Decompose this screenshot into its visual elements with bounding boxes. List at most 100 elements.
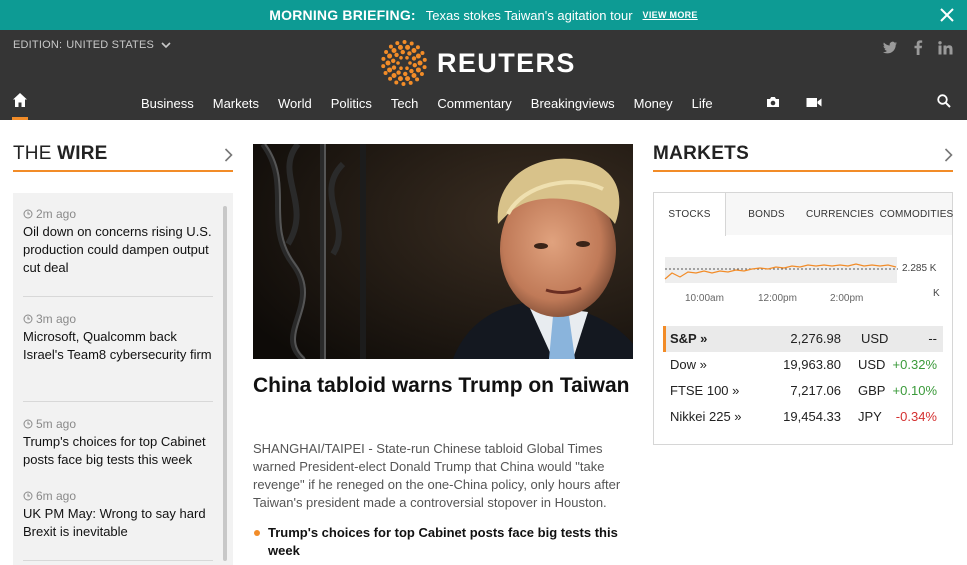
wire-headline[interactable]: Trump's choices for top Cabinet posts fa… [23,433,213,469]
logo-dot [411,56,417,61]
clock-icon [23,314,33,324]
quote-value: 2,276.98 [790,331,841,346]
logo-dot [391,47,397,53]
chart-time-label: 10:00am [685,293,724,304]
site-header: EDITION: UNITED STATES REUTERS Business … [0,30,967,120]
nav-item-breakingviews[interactable]: Breakingviews [531,96,615,111]
briefing-headline[interactable]: Texas stokes Taiwan's agitation tour [426,8,633,23]
wire-timestamp: 5m ago [23,417,213,431]
chevron-right-icon[interactable] [224,148,233,162]
quote-name[interactable]: Nikkei 225 » [670,409,742,424]
hero-photo [253,144,633,359]
nav-item-business[interactable]: Business [141,96,194,111]
wire-headline[interactable]: Microsoft, Qualcomm back Israel's Team8 … [23,328,213,364]
social-links [882,40,953,55]
list-item[interactable]: 5m ago Trump's choices for top Cabinet p… [23,417,213,469]
logo-dot [415,45,420,50]
logo-dot [417,60,423,66]
logo-dot [397,44,403,50]
clock-icon [23,491,33,501]
camera-icon[interactable] [766,96,780,108]
chart-value-label: 2.285 K [902,263,937,274]
search-icon[interactable] [937,94,951,108]
quote-value: 19,963.80 [783,357,841,372]
quote-name[interactable]: FTSE 100 » [670,383,739,398]
close-icon[interactable] [940,8,954,22]
quote-value: 7,217.06 [790,383,841,398]
quote-currency: USD [858,357,886,372]
logo-dot [408,61,412,65]
wire-headline[interactable]: Oil down on concerns rising U.S. product… [23,223,213,277]
nav-item-world[interactable]: World [278,96,312,111]
bullet-icon [254,530,260,536]
tab-bonds[interactable]: BONDS [734,193,799,235]
wire-title-thin: THE [13,143,52,164]
chart-unit-label: K [933,288,940,299]
wire-timestamp: 6m ago [23,489,213,503]
chevron-right-icon[interactable] [944,148,953,162]
logo-dot [415,53,421,59]
tab-commodities[interactable]: COMMODITIES [879,193,954,235]
nav-item-money[interactable]: Money [634,96,673,111]
wire-scrollbar[interactable] [223,206,227,561]
markets-tabs: STOCKS BONDS CURRENCIES COMMODITIES [654,193,954,236]
tab-stocks[interactable]: STOCKS [654,193,726,236]
twitter-icon[interactable] [882,41,898,55]
wire-timestamp: 3m ago [23,312,213,326]
nav-item-markets[interactable]: Markets [213,96,259,111]
view-more-link[interactable]: VIEW MORE [643,10,698,20]
facebook-icon[interactable] [913,40,923,55]
quotes-table: S&P » 2,276.98 USD -- Dow » 19,963.80 US… [663,326,943,430]
nav-items: Business Markets World Politics Tech Com… [141,96,732,111]
logo-dot [405,56,409,60]
hero-image[interactable] [253,144,633,359]
logo-dot [388,44,393,49]
related-story-link[interactable]: Trump's choices for top Cabinet posts fa… [253,524,633,560]
logo-dot [384,50,389,55]
logo-dot [397,76,403,82]
quote-name[interactable]: S&P » [670,331,707,346]
quote-row-ftse100[interactable]: FTSE 100 » 7,217.06 GBP +0.10% [663,378,943,404]
logo-dot [396,70,401,75]
logo-dot [403,71,408,77]
quote-name[interactable]: Dow » [670,357,707,372]
logo-dot [381,56,386,61]
wire-headline[interactable]: UK PM May: Wrong to say hard Brexit is i… [23,505,213,541]
logo-dot [394,52,399,58]
list-item[interactable]: 2m ago Oil down on concerns rising U.S. … [23,207,213,277]
divider [23,401,213,402]
divider [23,560,213,561]
logo-dot [400,49,405,55]
home-icon[interactable] [12,92,28,108]
chevron-down-icon [161,41,171,48]
quote-row-nikkei225[interactable]: Nikkei 225 » 19,454.33 JPY -0.34% [663,404,943,430]
logo-dot [422,65,427,70]
main-headline[interactable]: China tabloid warns Trump on Taiwan [253,373,633,399]
nav-item-politics[interactable]: Politics [331,96,372,111]
logo-dot [405,76,411,82]
logo-dot [411,73,417,79]
reuters-logo[interactable]: REUTERS [381,40,576,86]
nav-item-commentary[interactable]: Commentary [437,96,511,111]
linkedin-icon[interactable] [938,40,953,55]
quote-row-sp500[interactable]: S&P » 2,276.98 USD -- [663,326,943,352]
quote-row-dow[interactable]: Dow » 19,963.80 USD +0.32% [663,352,943,378]
list-item[interactable]: 6m ago UK PM May: Wrong to say hard Brex… [23,489,213,541]
main-nav: Business Markets World Politics Tech Com… [0,90,967,120]
markets-title: MARKETS [653,143,750,164]
edition-prefix: EDITION: [13,39,63,51]
tab-currencies[interactable]: CURRENCIES [804,193,876,235]
nav-item-life[interactable]: Life [692,96,713,111]
edition-selector[interactable]: EDITION: UNITED STATES [13,39,171,51]
briefing-bar: MORNING BRIEFING: Texas stokes Taiwan's … [0,0,967,30]
nav-item-tech[interactable]: Tech [391,96,418,111]
wire-title-bold: WIRE [57,143,108,164]
logo-dot [401,81,406,86]
quote-change: -0.34% [895,409,937,424]
chart-area [665,257,897,283]
logo-dot [405,44,411,50]
list-item[interactable]: 3m ago Microsoft, Qualcomm back Israel's… [23,312,213,364]
wire-list: 2m ago Oil down on concerns rising U.S. … [13,193,233,565]
logo-dot [422,57,427,62]
video-icon[interactable] [806,97,822,108]
